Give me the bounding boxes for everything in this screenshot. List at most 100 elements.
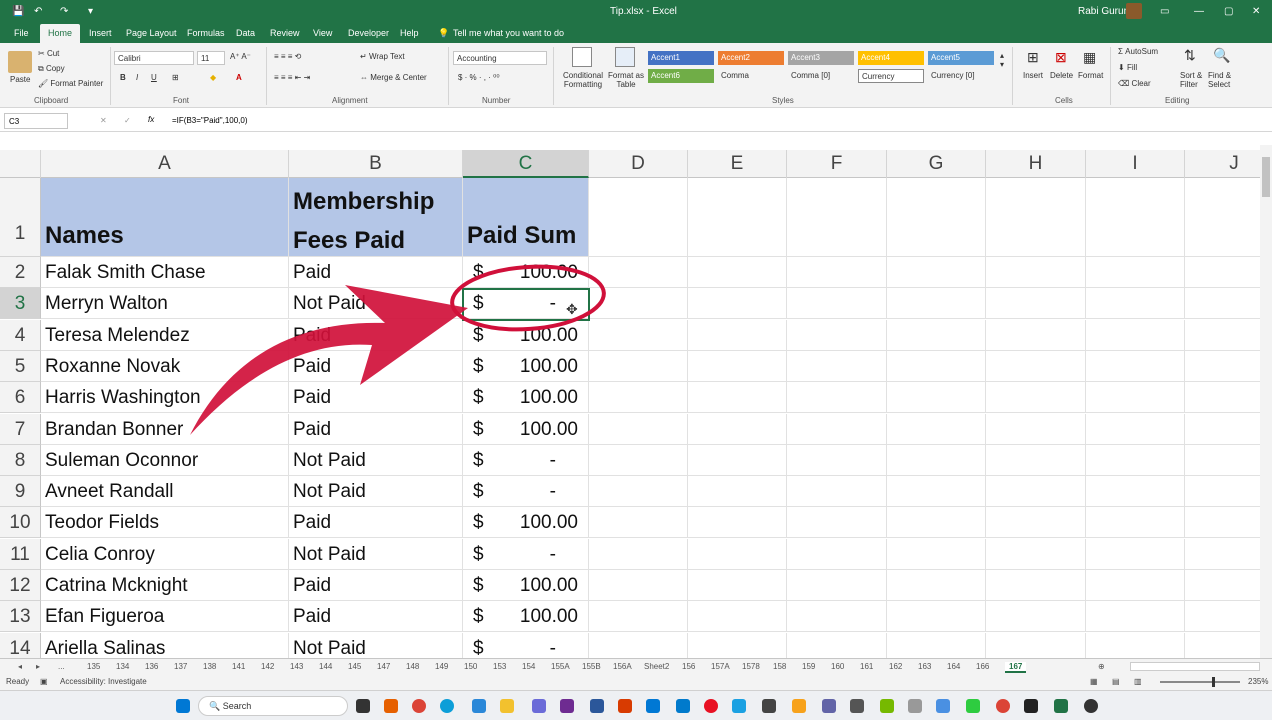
paste-button[interactable]: Paste bbox=[10, 75, 30, 84]
sheet-tab[interactable]: 147 bbox=[377, 662, 390, 671]
nvidia-icon[interactable] bbox=[880, 699, 894, 713]
app-icon[interactable] bbox=[792, 699, 806, 713]
sheet-tab[interactable]: 158 bbox=[773, 662, 786, 671]
tab-view[interactable]: View bbox=[313, 28, 332, 38]
start-icon[interactable] bbox=[176, 699, 190, 713]
sheet-tab[interactable]: 144 bbox=[319, 662, 332, 671]
horizontal-scrollbar[interactable] bbox=[1130, 662, 1260, 671]
sheet-tab[interactable]: 153 bbox=[493, 662, 506, 671]
app-icon[interactable] bbox=[850, 699, 864, 713]
prev-sheet-icon[interactable]: ◂ bbox=[18, 662, 22, 671]
normal-view-icon[interactable]: ▦ bbox=[1090, 677, 1098, 686]
tab-page-layout[interactable]: Page Layout bbox=[126, 28, 177, 38]
font-color-icon[interactable]: A bbox=[236, 73, 242, 82]
conditional-formatting-icon[interactable] bbox=[572, 47, 592, 67]
sheet-tab[interactable]: 161 bbox=[860, 662, 873, 671]
taskbar-search[interactable]: 🔍 Search bbox=[198, 696, 348, 716]
sheet-tab[interactable]: 160 bbox=[831, 662, 844, 671]
sheet-tab[interactable]: 154 bbox=[522, 662, 535, 671]
style-accent4[interactable]: Accent4 bbox=[858, 51, 924, 65]
page-break-view-icon[interactable]: ▥ bbox=[1134, 677, 1142, 686]
sheet-tab[interactable]: 1578 bbox=[742, 662, 760, 671]
sheet-tab[interactable]: 162 bbox=[889, 662, 902, 671]
sheet-tab[interactable]: 150 bbox=[464, 662, 477, 671]
underline-button[interactable]: U bbox=[151, 73, 157, 82]
sheet-tab[interactable]: 148 bbox=[406, 662, 419, 671]
autosum-button[interactable]: Σ AutoSum bbox=[1118, 47, 1158, 56]
sheet-tab[interactable]: 135 bbox=[87, 662, 100, 671]
grow-font-icon[interactable]: A⁺ A⁻ bbox=[230, 52, 251, 61]
avatar[interactable] bbox=[1126, 3, 1142, 19]
edge-icon[interactable] bbox=[440, 699, 454, 713]
accessibility-status[interactable]: Accessibility: Investigate bbox=[60, 677, 147, 686]
style-accent1[interactable]: Accent1 bbox=[648, 51, 714, 65]
sheet-tab[interactable]: ... bbox=[58, 662, 65, 671]
font-name-select[interactable]: Calibri bbox=[114, 51, 194, 65]
opera-icon[interactable] bbox=[704, 699, 718, 713]
sort-filter-button[interactable]: Sort & Filter bbox=[1180, 71, 1206, 89]
tab-review[interactable]: Review bbox=[270, 28, 300, 38]
sheet-tab[interactable]: 157A bbox=[711, 662, 730, 671]
styles-scroll-icon[interactable]: ▴ ▾ bbox=[1000, 51, 1004, 69]
copy-button[interactable]: ⧉ Copy bbox=[38, 64, 65, 74]
sort-filter-icon[interactable]: ⇅ bbox=[1184, 47, 1196, 64]
clear-button[interactable]: ⌫ Clear bbox=[1118, 79, 1151, 88]
delete-cells-icon[interactable]: ⊠ bbox=[1055, 49, 1067, 66]
insert-cells-icon[interactable]: ⊞ bbox=[1027, 49, 1039, 66]
sheet-tab[interactable]: 156 bbox=[682, 662, 695, 671]
macro-record-icon[interactable]: ▣ bbox=[40, 677, 48, 686]
zoom-slider[interactable] bbox=[1160, 681, 1240, 683]
sheet-tab[interactable]: 156A bbox=[613, 662, 632, 671]
add-sheet-icon[interactable]: ⊕ bbox=[1098, 662, 1105, 671]
worksheet-grid[interactable]: A B C D E F G H I J 1 Names Membership Fe… bbox=[0, 145, 1260, 658]
tab-developer[interactable]: Developer bbox=[348, 28, 389, 38]
sheet-tab[interactable]: 163 bbox=[918, 662, 931, 671]
merge-center-button[interactable]: ⇔ Merge & Center bbox=[360, 73, 427, 82]
format-as-table-icon[interactable] bbox=[615, 47, 635, 67]
style-comma-0[interactable]: Comma [0] bbox=[788, 69, 854, 83]
fill-color-icon[interactable]: ◆ bbox=[210, 73, 216, 82]
style-comma[interactable]: Comma bbox=[718, 69, 784, 83]
calendar-icon[interactable] bbox=[472, 699, 486, 713]
style-accent5[interactable]: Accent5 bbox=[928, 51, 994, 65]
onenote-icon[interactable] bbox=[560, 699, 574, 713]
tab-home[interactable]: Home bbox=[40, 24, 81, 43]
format-cells-icon[interactable]: ▦ bbox=[1083, 49, 1096, 66]
tab-formulas[interactable]: Formulas bbox=[187, 28, 225, 38]
sheet-tab[interactable]: 145 bbox=[348, 662, 361, 671]
chrome-icon[interactable] bbox=[412, 699, 426, 713]
sheet-tab[interactable]: 166 bbox=[976, 662, 989, 671]
tab-file[interactable]: File bbox=[14, 28, 29, 38]
italic-button[interactable]: I bbox=[136, 73, 138, 82]
formula-input[interactable]: =IF(B3="Paid",100,0) bbox=[170, 113, 250, 129]
sheet-tab[interactable]: 164 bbox=[947, 662, 960, 671]
maximize-icon[interactable]: ▢ bbox=[1224, 6, 1233, 17]
format-painter-button[interactable]: 🖌 Format Painter bbox=[38, 79, 103, 88]
outlook-icon[interactable] bbox=[646, 699, 660, 713]
name-box[interactable]: C3 bbox=[4, 113, 68, 129]
fill-button[interactable]: ⬇ Fill bbox=[1118, 63, 1137, 72]
number-format-select[interactable]: Accounting bbox=[453, 51, 547, 65]
align-left-icons[interactable]: ≡ ≡ ≡ ⇤ ⇥ bbox=[274, 73, 310, 82]
app-icon[interactable] bbox=[936, 699, 950, 713]
redo-icon[interactable]: ↷ bbox=[60, 6, 68, 17]
tab-insert[interactable]: Insert bbox=[89, 28, 112, 38]
file-explorer-icon[interactable] bbox=[500, 699, 514, 713]
app-icon[interactable] bbox=[590, 699, 604, 713]
task-view-icon[interactable] bbox=[356, 699, 370, 713]
sheet-tab[interactable]: 155B bbox=[582, 662, 601, 671]
filezilla-icon[interactable] bbox=[618, 699, 632, 713]
style-currency[interactable]: Currency bbox=[858, 69, 924, 83]
app-icon[interactable] bbox=[908, 699, 922, 713]
tab-data[interactable]: Data bbox=[236, 28, 255, 38]
align-top-icons[interactable]: ≡ ≡ ≡ ⟲ bbox=[274, 52, 301, 61]
app-icon[interactable] bbox=[966, 699, 980, 713]
bold-button[interactable]: B bbox=[120, 73, 126, 82]
find-select-icon[interactable]: 🔍 bbox=[1213, 47, 1230, 64]
zoom-level[interactable]: 235% bbox=[1248, 677, 1268, 686]
format-cells-button[interactable]: Format bbox=[1078, 71, 1103, 80]
page-layout-view-icon[interactable]: ▤ bbox=[1112, 677, 1120, 686]
save-icon[interactable]: 💾 bbox=[12, 6, 24, 17]
sheet-tab[interactable]: 159 bbox=[802, 662, 815, 671]
teams-icon[interactable] bbox=[822, 699, 836, 713]
